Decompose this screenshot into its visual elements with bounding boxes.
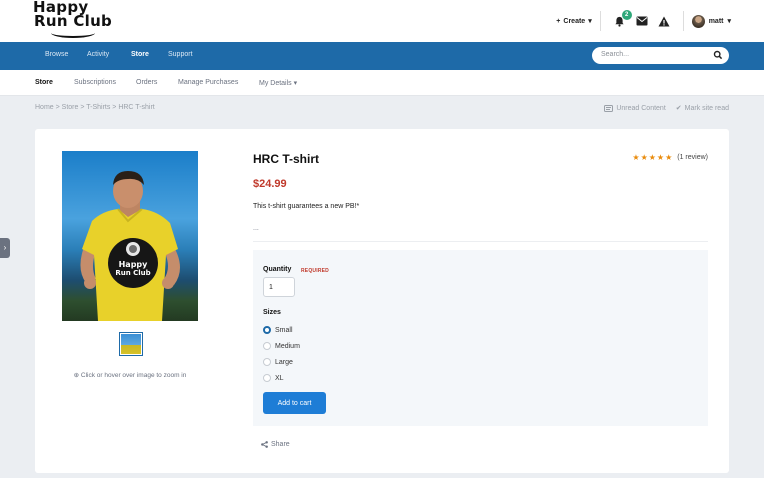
product-description: This t-shirt guarantees a new PB!* — [253, 203, 360, 210]
notifications-button[interactable]: 2 — [613, 10, 632, 28]
mark-site-read-label: Mark site read — [684, 104, 729, 112]
caret-down-icon: ▾ — [293, 80, 298, 87]
mark-site-read-link[interactable]: ✔ Mark site read — [675, 104, 729, 113]
unread-content-label: Unread Content — [616, 104, 666, 112]
search-placeholder: Search... — [601, 51, 630, 58]
store-subnav: Store Subscriptions Orders Manage Purcha… — [0, 70, 764, 96]
separator — [682, 11, 684, 31]
purchase-options: Quantity REQUIRED Sizes Small Medium Lar… — [253, 250, 708, 426]
subnav-my-details[interactable]: My Details ▾ — [259, 79, 297, 87]
nav-store[interactable]: Store — [131, 51, 149, 58]
radio[interactable] — [263, 374, 271, 382]
subnav-manage-purchases[interactable]: Manage Purchases — [178, 79, 238, 86]
sizes-label: Sizes — [263, 309, 281, 316]
unread-content-link[interactable]: Unread Content — [604, 104, 666, 112]
create-label: Create — [563, 17, 586, 25]
magnifier-icon: ⊕ — [73, 372, 80, 379]
warning-icon — [658, 16, 670, 26]
product-title: HRC T-shirt — [253, 152, 319, 166]
nav-browse[interactable]: Browse — [45, 51, 68, 58]
size-option-xl[interactable]: XL — [263, 374, 284, 382]
product-image[interactable]: Happy Run Club — [62, 151, 198, 321]
notification-badge: 2 — [621, 10, 632, 20]
star-icon: ★ — [648, 153, 656, 162]
caret-down-icon: ▾ — [727, 18, 731, 25]
feed-icon — [604, 104, 614, 112]
runner-photo: Happy Run Club — [80, 171, 180, 321]
logo-line-2: Run Club — [34, 12, 113, 30]
primary-nav: Browse Activity Store Support Search... — [0, 42, 764, 70]
star-icon: ★ — [632, 153, 640, 162]
size-option-medium[interactable]: Medium — [263, 342, 300, 350]
description-more: ... — [253, 225, 259, 232]
radio[interactable] — [263, 358, 271, 366]
size-option-large[interactable]: Large — [263, 358, 293, 366]
zoom-hint-text: Click or hover over image to zoom in — [80, 372, 187, 379]
required-badge: REQUIRED — [301, 268, 329, 274]
logo-smile — [51, 28, 95, 38]
user-menu[interactable]: matt ▾ — [691, 14, 731, 28]
shirt-logo-text-2: Run Club — [115, 269, 150, 277]
review-count[interactable]: (1 review) — [677, 154, 708, 161]
zoom-hint: ⊕ Click or hover over image to zoom in — [35, 371, 225, 379]
product-card: Happy Run Club ⊕ Click or hover over ima… — [35, 129, 729, 473]
add-to-cart-button[interactable]: Add to cart — [263, 392, 326, 414]
create-button[interactable]: + Create ▾ — [556, 17, 592, 26]
subnav-orders[interactable]: Orders — [136, 79, 157, 86]
separator — [599, 11, 601, 31]
size-label: Small — [275, 326, 293, 334]
subnav-subscriptions[interactable]: Subscriptions — [74, 79, 116, 86]
breadcrumb-actions: Unread Content ✔ Mark site read — [604, 104, 729, 112]
site-logo[interactable]: Happy Run Club — [33, 0, 113, 42]
size-label: XL — [275, 374, 284, 382]
subnav-store[interactable]: Store — [35, 79, 53, 86]
subnav-my-details-label: My Details — [259, 80, 292, 87]
username: matt — [708, 17, 724, 25]
breadcrumb[interactable]: Home > Store > T-Shirts > HRC T-shirt — [35, 104, 155, 111]
plus-icon: + — [556, 17, 561, 25]
share-label: Share — [271, 441, 290, 448]
size-option-small[interactable]: Small — [263, 326, 293, 334]
product-rating[interactable]: ★ ★ ★ ★ ★ (1 review) — [632, 153, 708, 162]
avatar — [691, 14, 705, 28]
product-price: $24.99 — [253, 178, 287, 190]
nav-support[interactable]: Support — [168, 51, 193, 58]
check-icon: ✔ — [675, 105, 682, 112]
nav-activity[interactable]: Activity — [87, 51, 109, 58]
caret-down-icon: ▾ — [588, 18, 592, 25]
divider — [253, 241, 708, 242]
quantity-label: Quantity — [263, 266, 292, 273]
quantity-input[interactable] — [263, 277, 295, 297]
share-link[interactable]: Share — [261, 441, 290, 448]
product-thumbnail[interactable] — [119, 332, 143, 356]
site-header: Happy Run Club + Create ▾ 2 matt ▾ — [0, 0, 764, 42]
search-box[interactable]: Search... — [592, 47, 729, 64]
size-label: Large — [275, 358, 293, 366]
star-icon: ★ — [656, 153, 665, 162]
sidebar-toggle-button[interactable]: › — [0, 238, 10, 258]
user-bar: + Create ▾ 2 matt ▾ — [556, 10, 731, 32]
share-icon — [261, 441, 268, 448]
star-icon: ★ — [640, 153, 648, 162]
messages-button[interactable] — [635, 14, 649, 28]
search-icon[interactable] — [713, 50, 723, 60]
thumbnail-image — [121, 334, 141, 354]
radio-selected[interactable] — [263, 326, 271, 334]
radio[interactable] — [263, 342, 271, 350]
size-label: Medium — [275, 342, 300, 350]
shirt-logo-text-1: Happy — [119, 260, 149, 269]
envelope-icon — [636, 16, 648, 26]
star-icon: ★ — [665, 153, 673, 162]
chevron-right-icon: › — [3, 243, 7, 252]
warnings-button[interactable] — [657, 14, 671, 28]
